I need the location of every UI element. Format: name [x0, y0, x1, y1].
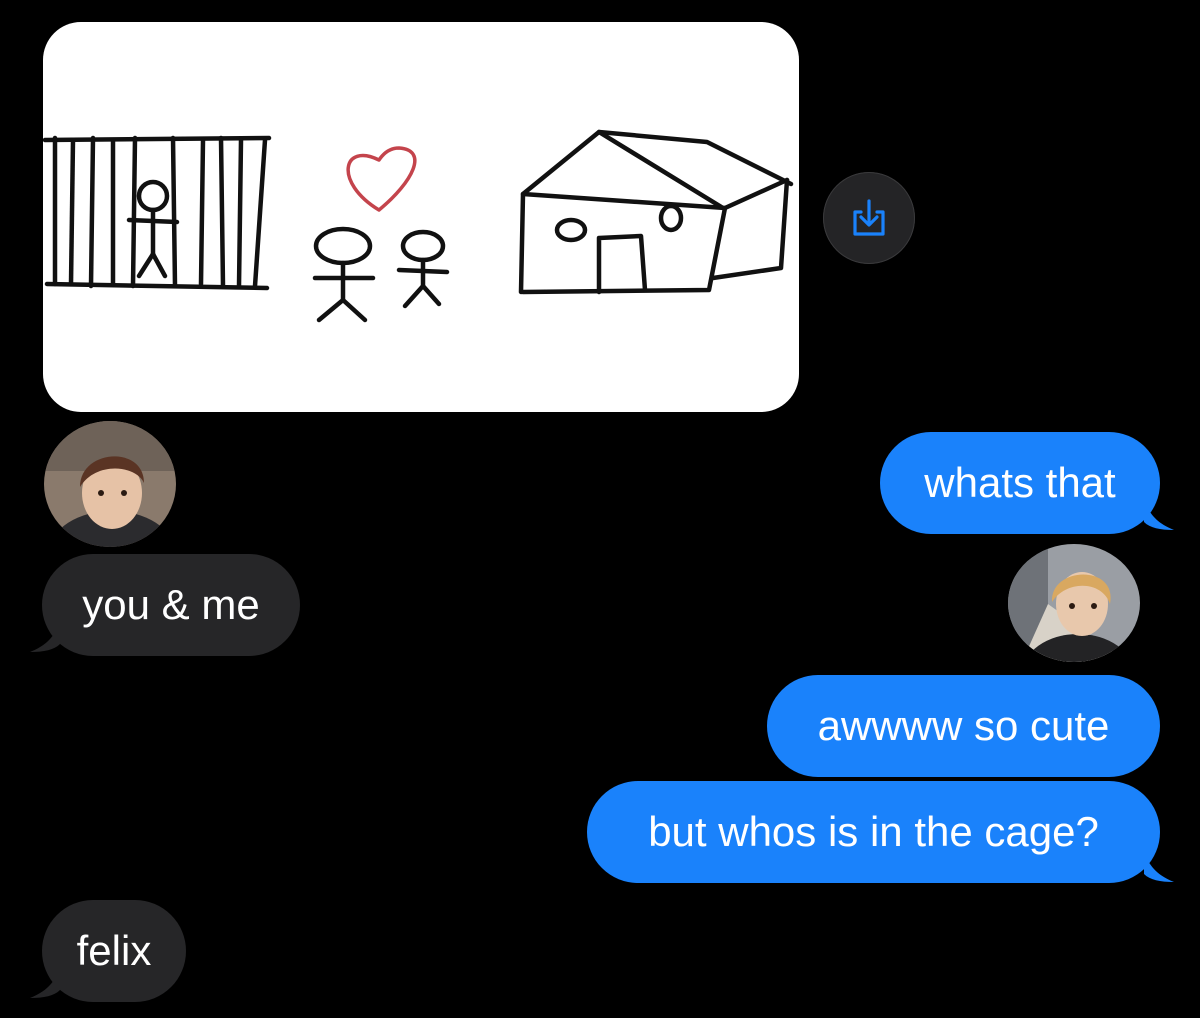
contact-avatar[interactable]: [44, 421, 176, 547]
person-photo-icon: [44, 421, 176, 547]
outgoing-message[interactable]: whats that: [880, 432, 1160, 534]
outgoing-bubble-tail: [1144, 500, 1176, 532]
person-photo-icon: [1008, 544, 1140, 662]
incoming-bubble-tail: [28, 622, 60, 654]
incoming-message[interactable]: you & me: [42, 554, 300, 656]
my-avatar[interactable]: [1008, 544, 1140, 662]
image-attachment[interactable]: [43, 22, 799, 412]
save-to-device-icon: [853, 199, 885, 236]
save-image-button[interactable]: [823, 172, 915, 264]
incoming-bubble-tail: [28, 968, 60, 1000]
outgoing-message[interactable]: awwww so cute: [767, 675, 1160, 777]
outgoing-bubble-tail: [1144, 852, 1176, 884]
drawing-image: [43, 129, 794, 323]
outgoing-message[interactable]: but whos is in the cage?: [587, 781, 1160, 883]
incoming-message[interactable]: felix: [42, 900, 186, 1002]
